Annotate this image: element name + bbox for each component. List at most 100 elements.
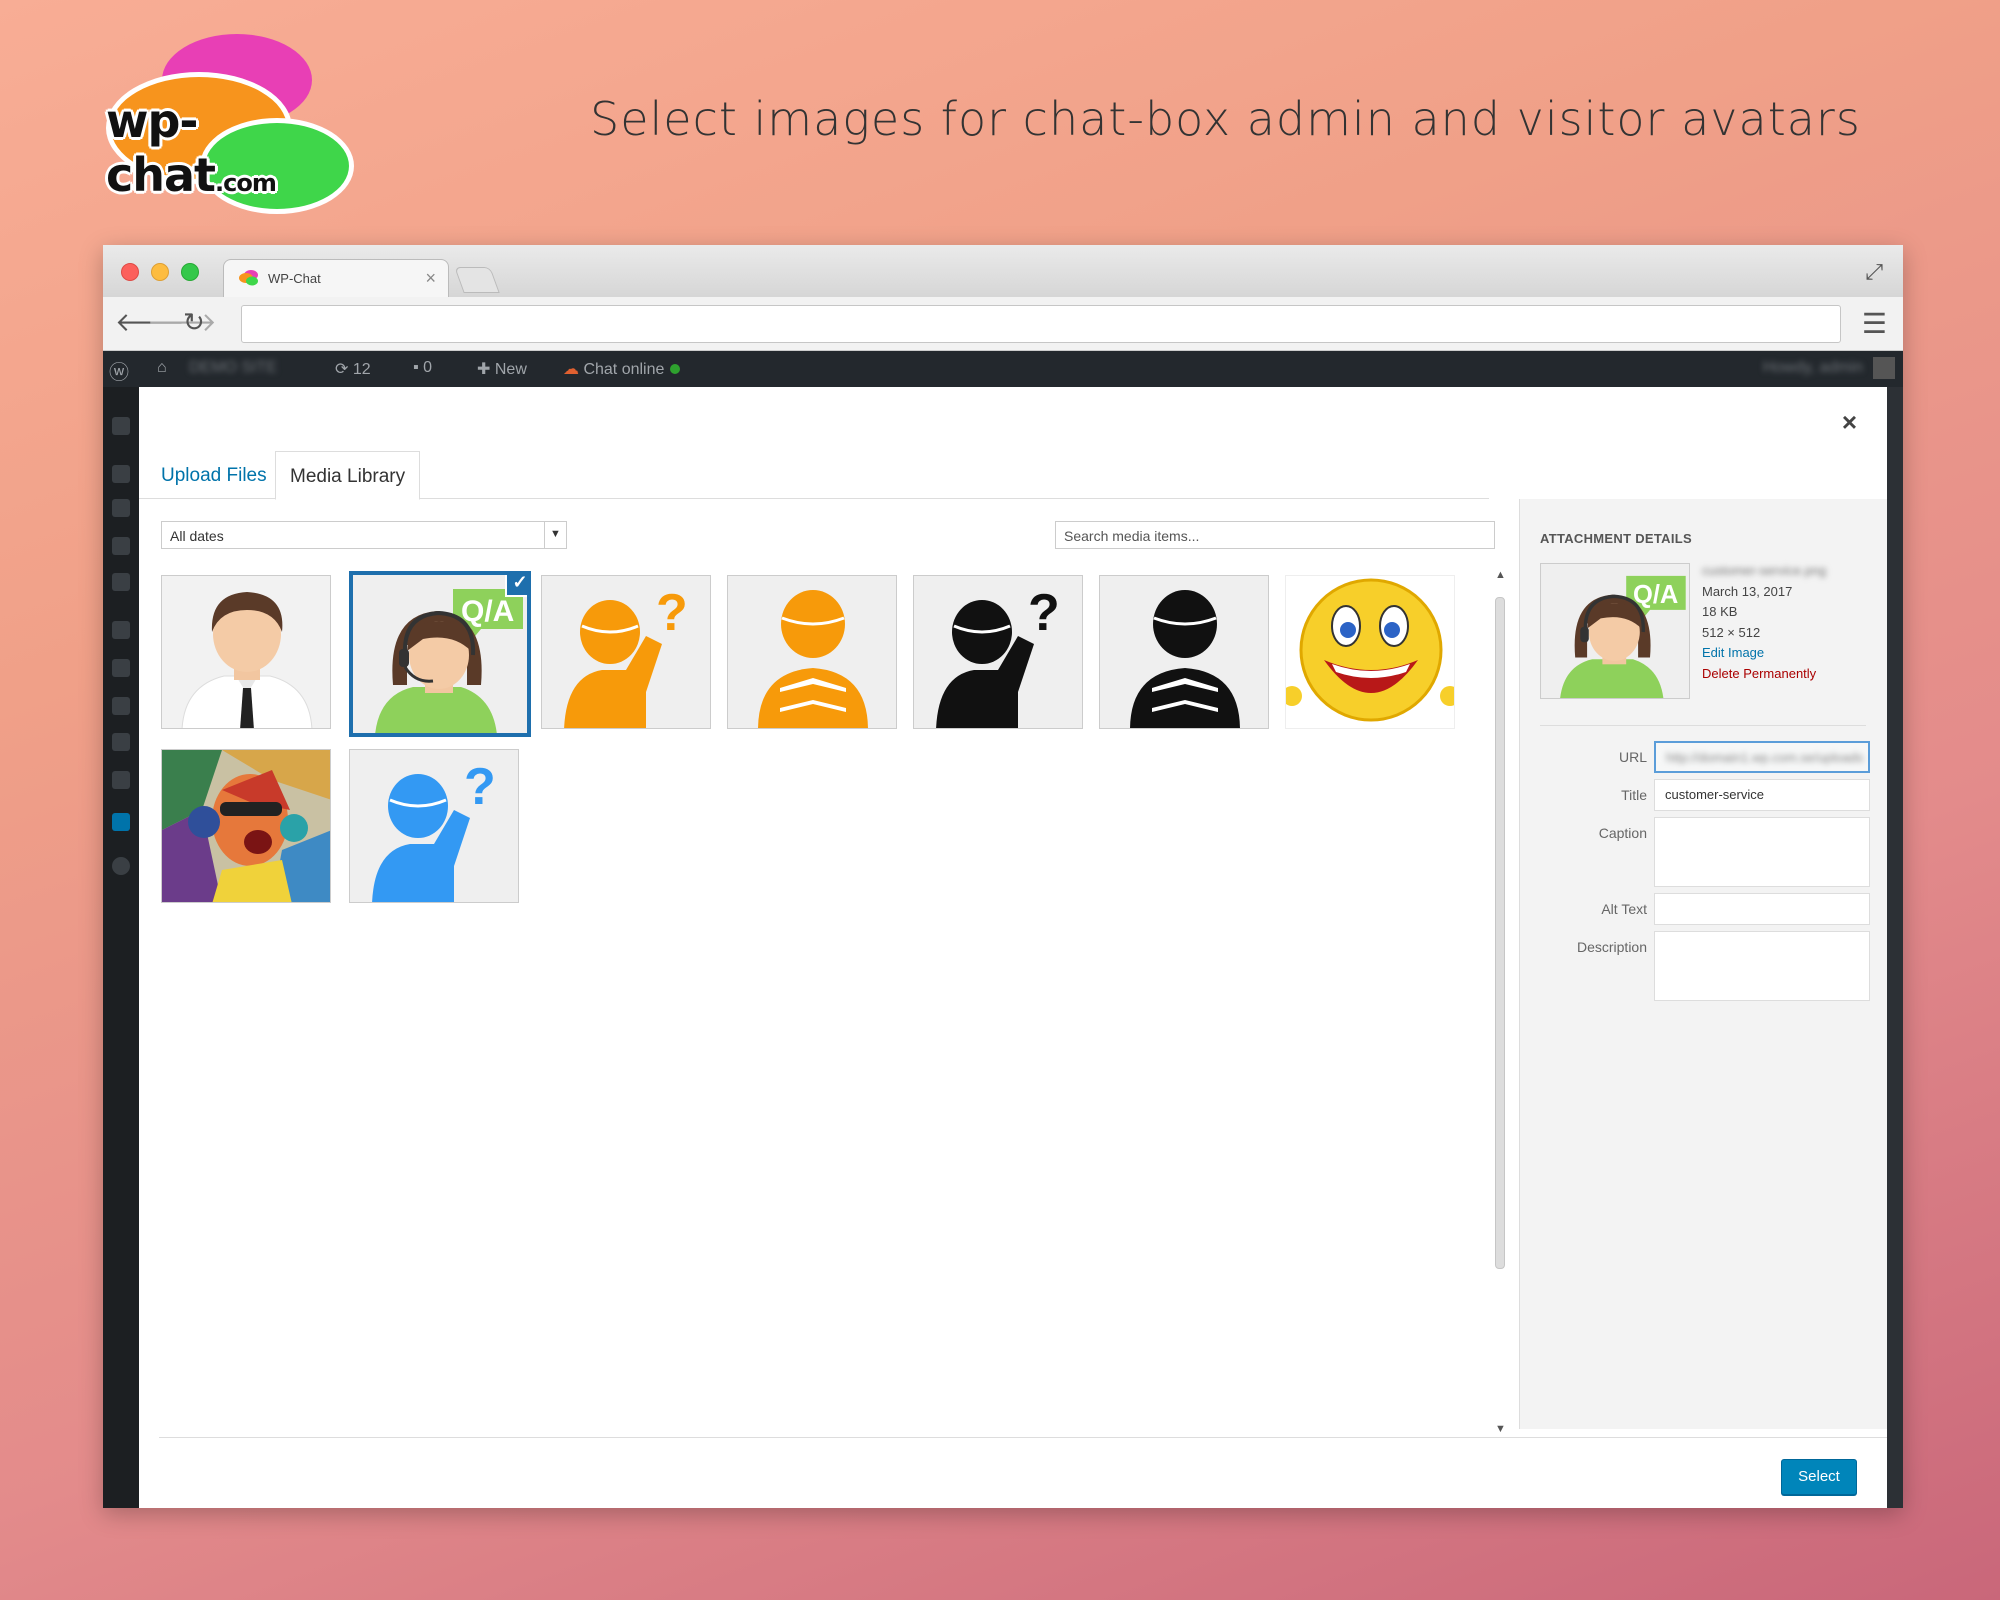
reload-icon[interactable]: ↻ [183, 307, 205, 338]
close-window-button[interactable] [121, 263, 139, 281]
maximize-window-button[interactable] [181, 263, 199, 281]
comments-link[interactable]: ▪ 0 [413, 359, 432, 377]
customer-service-thumb-image: Q/A [1541, 564, 1689, 698]
chevron-down-icon: ▼ [544, 522, 566, 548]
attachment-dj-colorful[interactable] [161, 749, 331, 903]
svg-text:Q/A: Q/A [1633, 581, 1678, 609]
wp-chat-favicon-icon [239, 270, 258, 286]
dj-colorful-image [162, 750, 330, 902]
attachment-black-question[interactable]: ? [913, 575, 1083, 729]
attachment-blue-question[interactable]: ? [349, 749, 519, 903]
modal-close-icon[interactable]: × [1842, 407, 1857, 438]
edit-image-link[interactable]: Edit Image [1702, 643, 1826, 664]
chat-online-link[interactable]: ☁ Chat online [563, 359, 681, 379]
browser-menu-icon[interactable]: ☰ [1862, 307, 1887, 340]
chat-icon: ☁ [563, 361, 579, 378]
delete-permanently-link[interactable]: Delete Permanently [1702, 664, 1826, 685]
wp-admin-bar: ⓦ ⌂ DEMO SITE ⟳ 12 ▪ 0 ✚ New ☁ Chat onli… [103, 351, 1903, 387]
browser-tab-title: WP-Chat [268, 271, 321, 286]
comments-icon: ▪ [413, 359, 419, 376]
plugins-icon[interactable] [112, 659, 130, 677]
wp-admin-sidebar [103, 387, 139, 1508]
attachment-orange-reading[interactable] [727, 575, 897, 729]
svg-text:?: ? [464, 758, 496, 816]
tab-upload-files[interactable]: Upload Files [147, 451, 281, 499]
attachment-dimensions: 512 × 512 [1702, 624, 1761, 640]
scroll-up-icon[interactable]: ▲ [1495, 569, 1506, 581]
title-field[interactable]: customer-service [1654, 779, 1870, 811]
attachment-meta: customer-service.png March 13, 2017 18 K… [1702, 561, 1826, 684]
browser-window: WP-Chat × ⤢ 🡐 🡒 ↻ ☰ ⓦ ⌂ DEMO SITE ⟳ 12 ▪… [103, 245, 1903, 1508]
user-avatar[interactable] [1873, 357, 1895, 379]
title-label: Title [1621, 787, 1647, 803]
tab-close-icon[interactable]: × [425, 268, 436, 289]
customer-service-image: Q/A [353, 575, 527, 733]
new-tab-button[interactable] [454, 267, 500, 293]
black-reading-image [1100, 576, 1268, 728]
site-name-link[interactable]: DEMO SITE [189, 359, 277, 377]
media-router: Upload Files Media Library [139, 451, 1489, 500]
tools-icon[interactable] [112, 733, 130, 751]
pages-icon[interactable] [112, 537, 130, 555]
comments-menu-icon[interactable] [112, 573, 130, 591]
url-value: http://domain1.wp.com.se/uploads [1666, 750, 1864, 765]
url-field[interactable]: http://domain1.wp.com.se/uploads [1654, 741, 1870, 773]
address-bar[interactable] [241, 305, 1841, 343]
collapse-menu-icon[interactable] [112, 857, 130, 875]
attachment-orange-question[interactable]: ? [541, 575, 711, 729]
scroll-down-icon[interactable]: ▼ [1495, 1423, 1506, 1435]
settings-icon[interactable] [112, 771, 130, 789]
media-icon[interactable] [112, 499, 130, 517]
posts-icon[interactable] [112, 465, 130, 483]
attachment-details-heading: ATTACHMENT DETAILS [1540, 531, 1692, 546]
new-content-link[interactable]: ✚ New [477, 359, 527, 379]
minimize-window-button[interactable] [151, 263, 169, 281]
smiley-image [1286, 576, 1454, 728]
modal-toolbar-divider [159, 1437, 1887, 1438]
attachment-date: March 13, 2017 [1702, 583, 1793, 599]
howdy-user-link[interactable]: Howdy, admin [1763, 359, 1863, 377]
logo-text: wp-chat.com [106, 94, 277, 202]
svg-text:?: ? [656, 584, 688, 642]
attachment-filename: customer-service.png [1702, 563, 1827, 578]
attachment-black-reading[interactable] [1099, 575, 1269, 729]
browser-titlebar: WP-Chat × ⤢ [103, 245, 1903, 297]
orange-question-image: ? [542, 576, 710, 728]
search-media-input[interactable]: Search media items... [1055, 521, 1495, 549]
alt-text-field[interactable] [1654, 893, 1870, 925]
select-button[interactable]: Select [1781, 1459, 1857, 1495]
description-field[interactable] [1654, 931, 1870, 1001]
caption-field[interactable] [1654, 817, 1870, 887]
attachment-details-thumbnail: Q/A [1540, 563, 1690, 699]
attachment-businessman-avatar[interactable] [161, 575, 331, 729]
tab-media-library[interactable]: Media Library [275, 451, 421, 500]
description-label: Description [1576, 939, 1647, 955]
orange-reading-image [728, 576, 896, 728]
updates-icon: ⟳ [335, 361, 349, 378]
browser-tab[interactable]: WP-Chat × [223, 259, 449, 297]
wp-chat-logo: wp-chat.com [100, 28, 360, 218]
attachment-customer-service[interactable]: Q/A ✓ [349, 571, 531, 737]
updates-count: 12 [352, 361, 371, 378]
updates-link[interactable]: ⟳ 12 [335, 359, 371, 379]
dashboard-icon[interactable] [112, 417, 130, 435]
grid-scrollbar[interactable] [1495, 597, 1505, 1269]
appearance-icon[interactable] [112, 621, 130, 639]
blue-question-image: ? [350, 750, 518, 902]
black-question-image: ? [914, 576, 1082, 728]
attachment-details-panel: ATTACHMENT DETAILS Q/A customer-service.… [1519, 499, 1887, 1429]
forward-arrow-icon[interactable]: 🡒 [147, 307, 217, 338]
admin-background-edge [1887, 387, 1903, 1508]
fullscreen-icon[interactable]: ⤢ [1865, 259, 1883, 285]
wp-chat-menu-icon[interactable] [112, 813, 130, 831]
selected-check-icon[interactable]: ✓ [505, 575, 527, 597]
caption-label: Caption [1598, 825, 1647, 841]
home-icon[interactable]: ⌂ [157, 359, 167, 377]
attachment-smiley[interactable] [1285, 575, 1455, 729]
online-status-dot [670, 364, 681, 374]
users-icon[interactable] [112, 697, 130, 715]
svg-text:?: ? [1028, 584, 1060, 642]
wordpress-logo-icon[interactable]: ⓦ [109, 356, 129, 385]
date-filter-select[interactable]: All dates ▼ [161, 521, 567, 549]
chat-online-label: Chat online [583, 361, 665, 378]
